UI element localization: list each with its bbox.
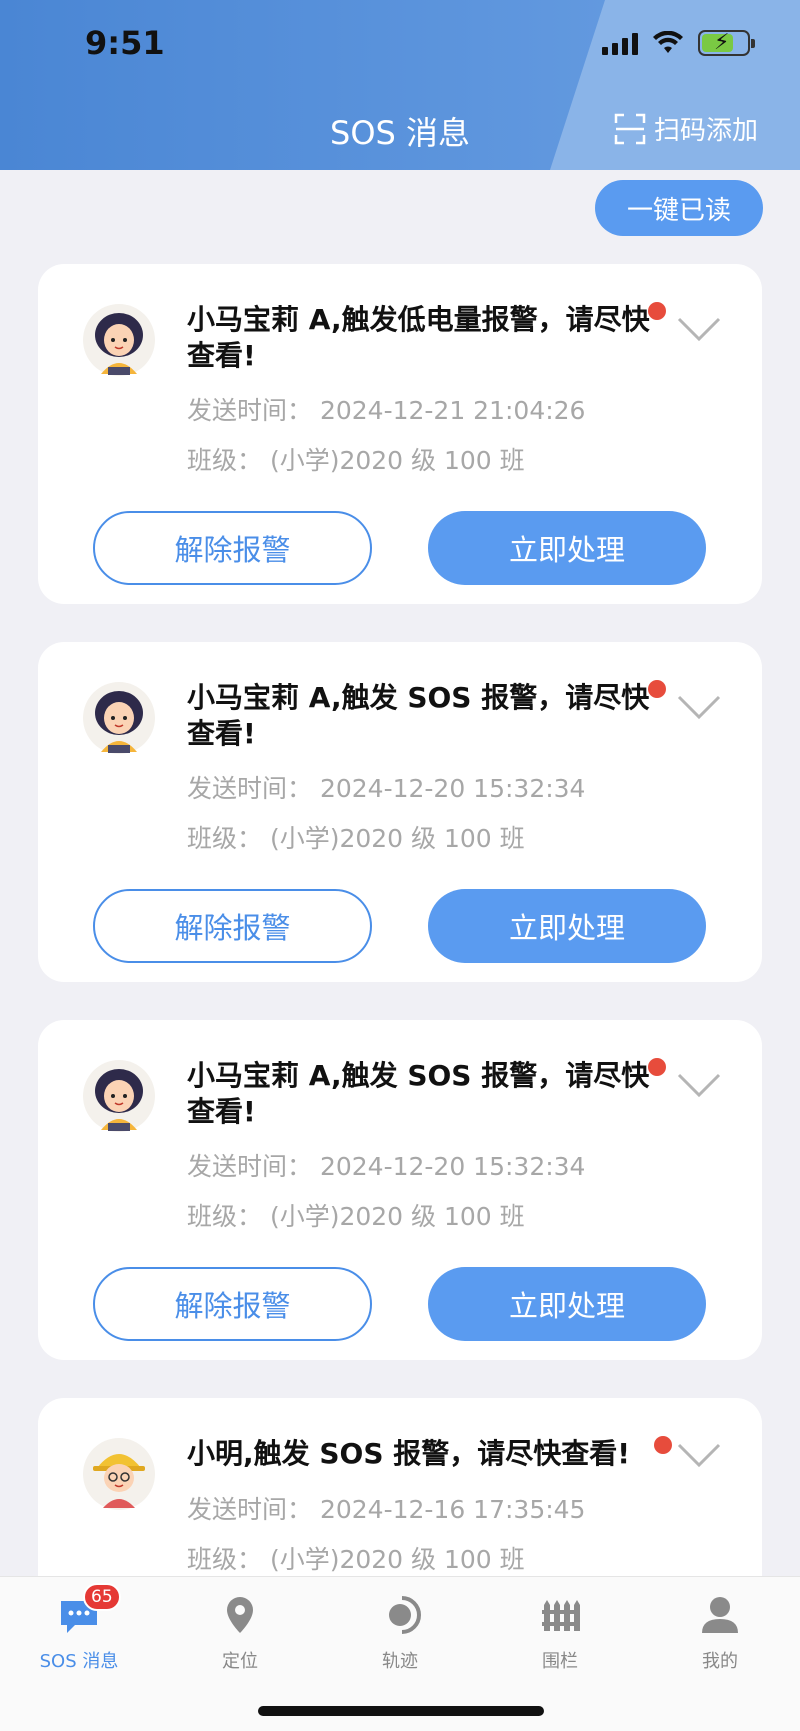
send-time: 发送时间： 2024-12-21 21:04:26	[187, 396, 586, 425]
wifi-icon	[653, 31, 683, 53]
boy-avatar-icon	[83, 1438, 155, 1510]
scan-add-button[interactable]: 扫码添加	[614, 110, 758, 147]
header-bar: 9:51 ⚡ SOS 消息 扫码添加	[0, 0, 800, 170]
status-time: 9:51	[85, 24, 165, 62]
message-title: 小马宝莉 A,触发低电量报警，请尽快查看!	[187, 303, 650, 372]
class-info: 班级： (小学)2020 级 100 班	[187, 824, 525, 853]
unread-dot	[654, 1436, 672, 1454]
mark-all-read-button[interactable]: 一键已读	[595, 180, 763, 236]
chevron-down-icon[interactable]	[676, 692, 722, 722]
tab-mine[interactable]: 我的	[660, 1593, 780, 1673]
handle-now-button[interactable]: 立即处理	[428, 889, 706, 963]
message-card: 小明,触发 SOS 报警，请尽快查看! 发送时间： 2024-12-16 17:…	[38, 1398, 762, 1576]
send-time: 发送时间： 2024-12-20 15:32:34	[187, 1152, 586, 1181]
dismiss-alarm-button[interactable]: 解除报警	[93, 1267, 372, 1341]
scan-icon	[614, 113, 646, 144]
send-time: 发送时间： 2024-12-16 17:35:45	[187, 1495, 586, 1524]
fence-icon	[538, 1593, 582, 1637]
class-info: 班级： (小学)2020 级 100 班	[187, 1545, 525, 1574]
tab-fence[interactable]: 围栏	[500, 1593, 620, 1673]
chevron-down-icon[interactable]	[676, 1070, 722, 1100]
status-icons: ⚡	[602, 30, 755, 56]
tab-sos-messages[interactable]: 65 SOS 消息	[19, 1583, 139, 1673]
tab-label: SOS 消息	[39, 1651, 119, 1672]
location-pin-icon	[218, 1593, 262, 1637]
tab-label: 定位	[222, 1651, 258, 1672]
battery-icon: ⚡	[698, 30, 755, 56]
chevron-down-icon[interactable]	[676, 1440, 722, 1470]
girl-avatar-icon	[83, 304, 155, 376]
dismiss-alarm-button[interactable]: 解除报警	[93, 889, 372, 963]
person-icon	[698, 1593, 742, 1637]
message-card: 小马宝莉 A,触发 SOS 报警，请尽快查看! 发送时间： 2024-12-20…	[38, 1020, 762, 1360]
message-title: 小马宝莉 A,触发 SOS 报警，请尽快查看!	[187, 681, 650, 750]
class-info: 班级： (小学)2020 级 100 班	[187, 1202, 525, 1231]
dismiss-alarm-button[interactable]: 解除报警	[93, 511, 372, 585]
chevron-down-icon[interactable]	[676, 314, 722, 344]
tab-label: 我的	[702, 1651, 738, 1672]
message-card: 小马宝莉 A,触发低电量报警，请尽快查看! 发送时间： 2024-12-21 2…	[38, 264, 762, 604]
chat-icon: 65	[57, 1583, 121, 1637]
girl-avatar-icon	[83, 682, 155, 754]
handle-now-button[interactable]: 立即处理	[428, 511, 706, 585]
cellular-signal-icon	[602, 31, 638, 55]
girl-avatar-icon	[83, 1060, 155, 1132]
message-title: 小马宝莉 A,触发 SOS 报警，请尽快查看!	[187, 1059, 650, 1128]
track-icon	[378, 1593, 422, 1637]
handle-now-button[interactable]: 立即处理	[428, 1267, 706, 1341]
tab-label: 围栏	[542, 1651, 578, 1672]
unread-dot	[648, 1058, 666, 1076]
send-time: 发送时间： 2024-12-20 15:32:34	[187, 774, 586, 803]
unread-count-badge: 65	[83, 1583, 121, 1611]
tab-location[interactable]: 定位	[180, 1593, 300, 1673]
home-indicator[interactable]	[258, 1706, 544, 1716]
tab-label: 轨迹	[382, 1651, 418, 1672]
class-info: 班级： (小学)2020 级 100 班	[187, 446, 525, 475]
sos-message-list: 小马宝莉 A,触发低电量报警，请尽快查看! 发送时间： 2024-12-21 2…	[38, 264, 762, 1576]
message-title: 小明,触发 SOS 报警，请尽快查看!	[187, 1437, 631, 1470]
scan-add-label: 扫码添加	[653, 116, 758, 146]
unread-dot	[648, 680, 666, 698]
message-card: 小马宝莉 A,触发 SOS 报警，请尽快查看! 发送时间： 2024-12-20…	[38, 642, 762, 982]
tab-track[interactable]: 轨迹	[340, 1593, 460, 1673]
unread-dot	[648, 302, 666, 320]
